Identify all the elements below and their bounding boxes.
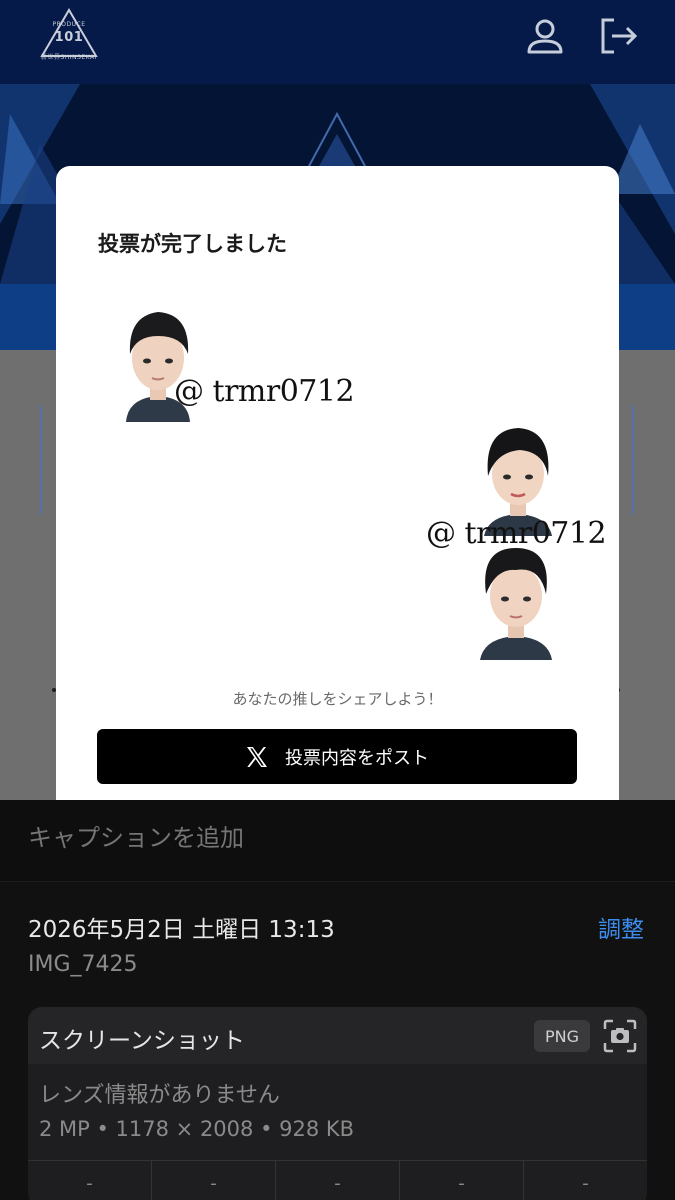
metadata-card: スクリーンショット PNG レンズ情報がありません 2 MP • 1178 × …: [28, 1007, 647, 1200]
metadata-card-header: スクリーンショット PNG: [28, 1007, 647, 1064]
vote-complete-modal: 投票が完了しました @ trmr0712 @ trmr0712 あなたの推しをシ…: [56, 166, 619, 800]
format-badge: PNG: [534, 1020, 590, 1052]
adjust-date-button[interactable]: 調整: [598, 910, 644, 944]
logo-text-shinsekai: 新世界SHINSEKAI: [41, 54, 97, 61]
divider: [40, 405, 42, 515]
caption-input[interactable]: [28, 824, 628, 852]
screenshot-icon: [602, 1018, 638, 1054]
source-title: スクリーンショット: [39, 1028, 245, 1054]
exif-value: -: [276, 1161, 400, 1200]
site-header: PRODUCE 101 新世界SHINSEKAI: [0, 0, 675, 84]
exif-value: -: [28, 1161, 152, 1200]
photo-info-sheet: 2026年5月2日 土曜日 13:13 調整 IMG_7425 スクリーンショッ…: [0, 800, 675, 1200]
exif-row: - - - - -: [28, 1161, 647, 1200]
user-icon[interactable]: [525, 16, 565, 56]
photo-date: 2026年5月2日 土曜日 13:13: [28, 917, 335, 943]
divider: [632, 405, 634, 515]
trainee-photo: [472, 544, 560, 660]
logo-text-produce: PRODUCE: [52, 21, 86, 28]
lens-info: レンズ情報がありません: [39, 1083, 280, 1108]
watermark-text: @ trmr0712: [174, 374, 355, 409]
exif-value: -: [582, 1173, 589, 1194]
exif-value: -: [152, 1161, 276, 1200]
produce101-logo[interactable]: PRODUCE 101 新世界SHINSEKAI: [38, 8, 100, 64]
exif-value: -: [400, 1161, 524, 1200]
share-prompt: あなたの推しをシェアしよう！: [232, 690, 443, 708]
x-logo-icon: [245, 745, 269, 769]
logo-text-101: 101: [54, 30, 84, 45]
image-specs: 2 MP • 1178 × 2008 • 928 KB: [39, 1117, 355, 1141]
modal-title: 投票が完了しました: [98, 232, 287, 256]
photo-filename: IMG_7425: [28, 952, 138, 977]
caption-row: [0, 800, 675, 882]
post-to-x-button[interactable]: 投票内容をポスト: [97, 729, 577, 784]
logout-icon[interactable]: [598, 16, 638, 56]
post-button-label: 投票内容をポスト: [285, 747, 429, 769]
